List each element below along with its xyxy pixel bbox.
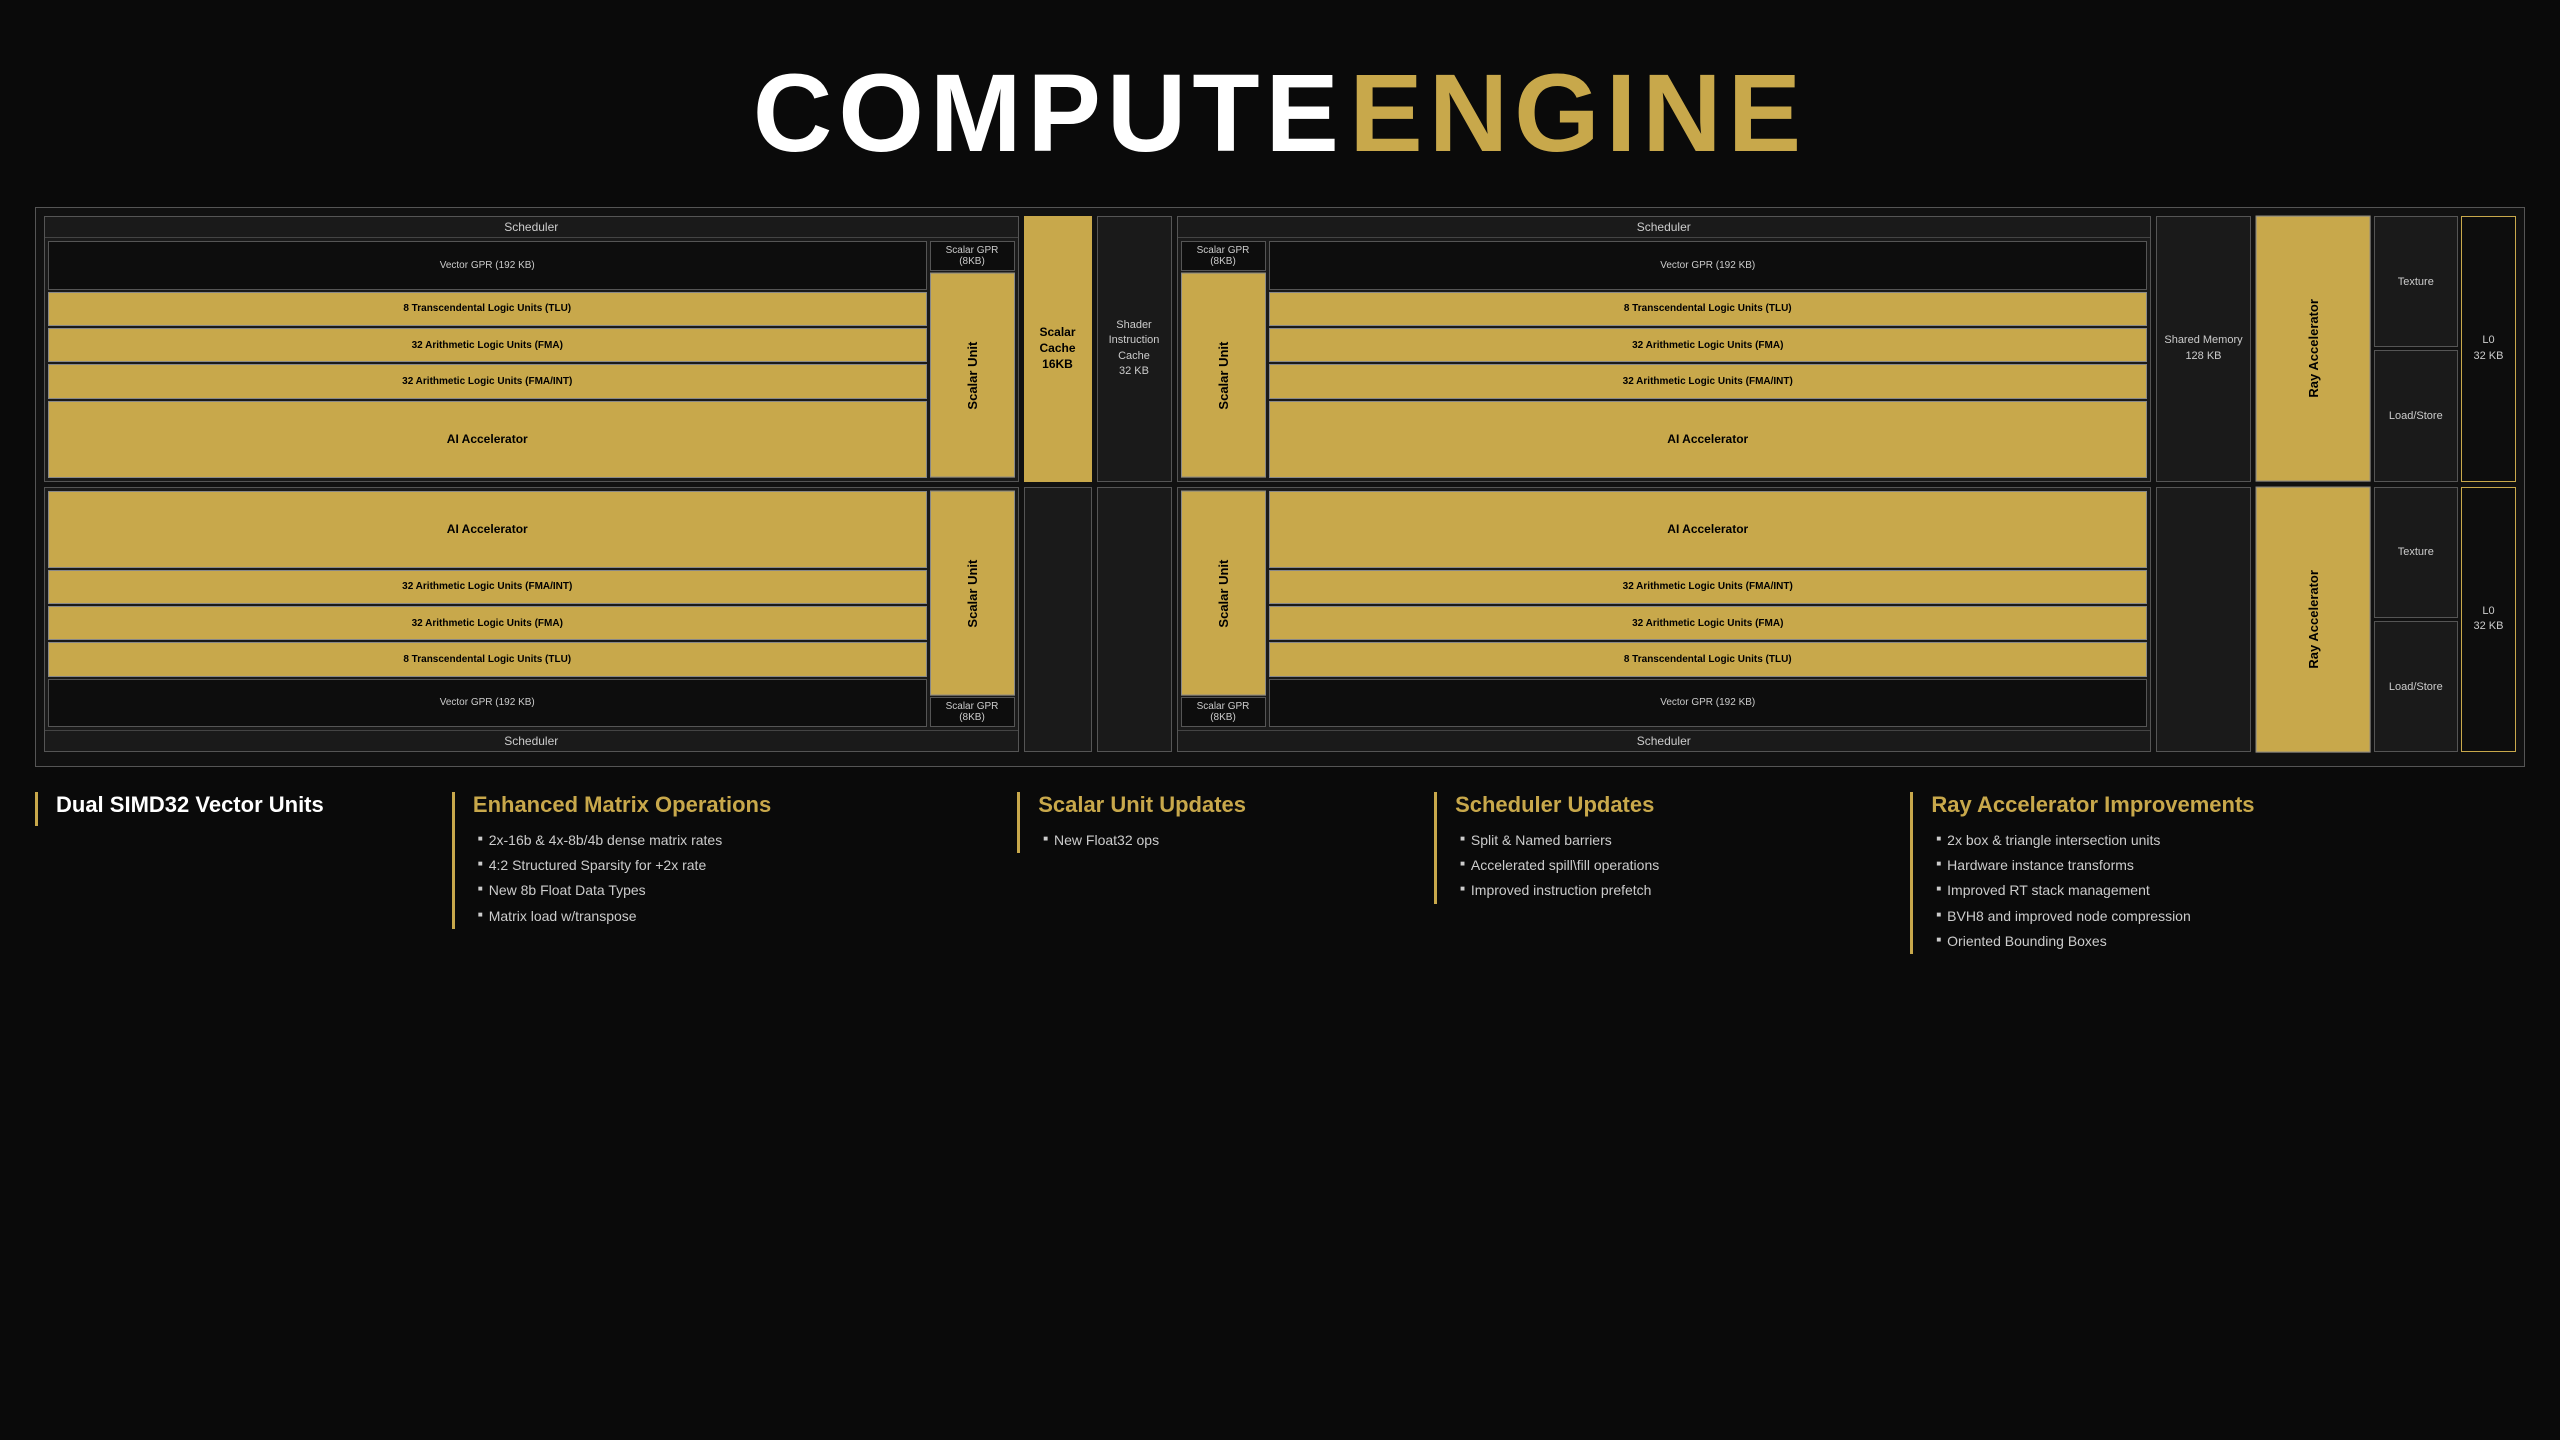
shared-memory: Shared Memory 128 KB xyxy=(2156,216,2251,482)
ray-cluster-top: Ray Accelerator Texture Load/Store L0 32… xyxy=(2256,216,2516,482)
texture-2: Texture xyxy=(2374,487,2458,618)
bottom-row: AI Accelerator 32 Arithmetic Logic Units… xyxy=(44,487,2516,753)
ai-accel-b2: AI Accelerator xyxy=(1269,491,2148,568)
ray-item-3: ■Improved RT stack management xyxy=(1936,878,2525,903)
ray-accelerator-2: Ray Accelerator xyxy=(2256,487,2371,753)
tlu-b2: 8 Transcendental Logic Units (TLU) xyxy=(1269,642,2148,676)
scalar-unit-b2: Scalar Unit xyxy=(1181,491,1266,696)
ray-cluster-bottom: Ray Accelerator Texture Load/Store L0 32… xyxy=(2256,487,2516,753)
scalar-gpr-2: Scalar GPR (8KB) xyxy=(1181,241,1266,271)
scalar-unit-b1: Scalar Unit xyxy=(930,491,1015,696)
scalar-gpr-b2: Scalar GPR (8KB) xyxy=(1181,697,1266,727)
ray-item-5: ■Oriented Bounding Boxes xyxy=(1936,929,2525,954)
scalar-title: Scalar Unit Updates xyxy=(1038,792,1424,818)
ray-item-2: ■Hardware instance transforms xyxy=(1936,853,2525,878)
ai-accel-1: AI Accelerator xyxy=(48,401,927,478)
top-row: Scheduler Vector GPR (192 KB) 8 Transcen… xyxy=(44,216,2516,482)
matrix-title: Enhanced Matrix Operations xyxy=(473,792,1007,818)
scalar-cache: Scalar Cache 16KB xyxy=(1024,216,1092,482)
tlu-1: 8 Transcendental Logic Units (TLU) xyxy=(48,292,927,326)
scheduler-label-1: Scheduler xyxy=(45,217,1018,238)
scalar-gpr-1: Scalar GPR (8KB) xyxy=(930,241,1015,271)
left-simd-block-bottom: AI Accelerator 32 Arithmetic Logic Units… xyxy=(44,487,1019,753)
left-simd-block: Scheduler Vector GPR (192 KB) 8 Transcen… xyxy=(44,216,1019,482)
matrix-annotation: Enhanced Matrix Operations ■2x-16b & 4x-… xyxy=(452,792,1007,929)
load-store-1: Load/Store xyxy=(2374,350,2458,481)
fma-b1: 32 Arithmetic Logic Units (FMA) xyxy=(48,606,927,640)
simd-annotation: Dual SIMD32 Vector Units xyxy=(35,792,442,826)
right-simd-block-top: Scheduler Scalar GPR (8KB) Scalar Unit V… xyxy=(1177,216,2152,482)
right-simd-block-bottom: Scalar Unit Scalar GPR (8KB) AI Accelera… xyxy=(1177,487,2152,753)
shader-cache-bottom xyxy=(1097,487,1172,753)
shared-memory-bottom xyxy=(2156,487,2251,753)
fma-b2: 32 Arithmetic Logic Units (FMA) xyxy=(1269,606,2148,640)
page-title: COMPUTE ENGINE xyxy=(0,0,2560,207)
ray-item-1: ■2x box & triangle intersection units xyxy=(1936,828,2525,853)
title-engine: ENGINE xyxy=(1349,52,1807,175)
scheduler-list: ■Split & Named barriers ■Accelerated spi… xyxy=(1455,828,1900,904)
fma-int-b2: 32 Arithmetic Logic Units (FMA/INT) xyxy=(1269,570,2148,604)
ai-accel-2: AI Accelerator xyxy=(1269,401,2148,478)
fma-int-1: 32 Arithmetic Logic Units (FMA/INT) xyxy=(48,364,927,398)
simd-title: Dual SIMD32 Vector Units xyxy=(56,792,442,818)
vector-gpr-1: Vector GPR (192 KB) xyxy=(48,241,927,290)
shader-instruction-cache: Shader Instruction Cache 32 KB xyxy=(1097,216,1172,482)
ray-accelerator-1: Ray Accelerator xyxy=(2256,216,2371,482)
scalar-unit-1-top: Scalar Unit xyxy=(930,273,1015,478)
vector-gpr-b1: Vector GPR (192 KB) xyxy=(48,679,927,728)
matrix-item-2: ■4:2 Structured Sparsity for +2x rate xyxy=(478,853,1007,878)
scalar-annotation: Scalar Unit Updates ■New Float32 ops xyxy=(1017,792,1424,853)
main-diagram: Scheduler Vector GPR (192 KB) 8 Transcen… xyxy=(35,207,2525,767)
scheduler-item-2: ■Accelerated spill\fill operations xyxy=(1460,853,1900,878)
scheduler-title: Scheduler Updates xyxy=(1455,792,1900,818)
matrix-item-4: ■Matrix load w/transpose xyxy=(478,904,1007,929)
tlu-2: 8 Transcendental Logic Units (TLU) xyxy=(1269,292,2148,326)
matrix-item-3: ■New 8b Float Data Types xyxy=(478,878,1007,903)
vector-gpr-b2: Vector GPR (192 KB) xyxy=(1269,679,2148,728)
scheduler-item-3: ■Improved instruction prefetch xyxy=(1460,878,1900,903)
scheduler-item-1: ■Split & Named barriers xyxy=(1460,828,1900,853)
scheduler-label-b2: Scheduler xyxy=(1178,730,2151,751)
scalar-unit-2-top: Scalar Unit xyxy=(1181,273,1266,478)
lo-1: L0 32 KB xyxy=(2461,216,2516,482)
scalar-item-1: ■New Float32 ops xyxy=(1043,828,1424,853)
fma-int-b1: 32 Arithmetic Logic Units (FMA/INT) xyxy=(48,570,927,604)
lo-2: L0 32 KB xyxy=(2461,487,2516,753)
scheduler-label-2: Scheduler xyxy=(1178,217,2151,238)
fma-2: 32 Arithmetic Logic Units (FMA) xyxy=(1269,328,2148,362)
scalar-list: ■New Float32 ops xyxy=(1038,828,1424,853)
scheduler-label-b1: Scheduler xyxy=(45,730,1018,751)
title-compute: COMPUTE xyxy=(753,52,1345,175)
ray-list: ■2x box & triangle intersection units ■H… xyxy=(1931,828,2525,954)
scalar-gpr-b1: Scalar GPR (8KB) xyxy=(930,697,1015,727)
vector-gpr-2: Vector GPR (192 KB) xyxy=(1269,241,2148,290)
ray-item-4: ■BVH8 and improved node compression xyxy=(1936,904,2525,929)
tlu-b1: 8 Transcendental Logic Units (TLU) xyxy=(48,642,927,676)
ray-title: Ray Accelerator Improvements xyxy=(1931,792,2525,818)
texture-1: Texture xyxy=(2374,216,2458,347)
load-store-2: Load/Store xyxy=(2374,621,2458,752)
matrix-list: ■2x-16b & 4x-8b/4b dense matrix rates ■4… xyxy=(473,828,1007,929)
annotations-section: Dual SIMD32 Vector Units Enhanced Matrix… xyxy=(35,792,2525,954)
fma-1: 32 Arithmetic Logic Units (FMA) xyxy=(48,328,927,362)
scalar-cache-bottom xyxy=(1024,487,1092,753)
matrix-item-1: ■2x-16b & 4x-8b/4b dense matrix rates xyxy=(478,828,1007,853)
fma-int-2: 32 Arithmetic Logic Units (FMA/INT) xyxy=(1269,364,2148,398)
ai-accel-b1: AI Accelerator xyxy=(48,491,927,568)
ray-annotation: Ray Accelerator Improvements ■2x box & t… xyxy=(1910,792,2525,954)
scheduler-annotation: Scheduler Updates ■Split & Named barrier… xyxy=(1434,792,1900,904)
